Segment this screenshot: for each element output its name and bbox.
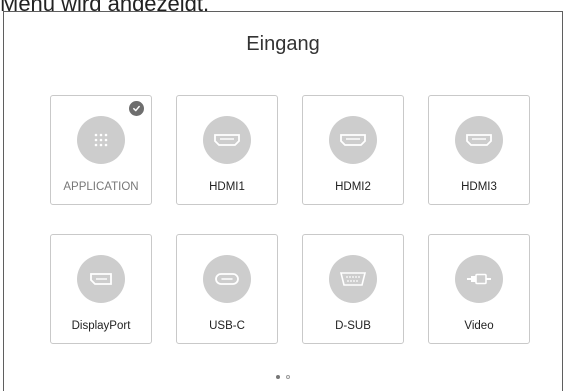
input-tile-hdmi2[interactable]: HDMI2 <box>302 95 404 205</box>
hdmi-port-icon <box>203 116 251 164</box>
usb-c-port-icon <box>203 255 251 303</box>
selected-check-icon <box>129 101 144 116</box>
input-tile-label: DisplayPort <box>71 320 131 332</box>
input-tile-hdmi1[interactable]: HDMI1 <box>176 95 278 205</box>
input-tile-label: HDMI2 <box>335 181 371 193</box>
input-tile-d-sub[interactable]: D-SUB <box>302 234 404 344</box>
input-tile-label: APPLICATION <box>63 181 139 193</box>
input-tile-hdmi3[interactable]: HDMI3 <box>428 95 530 205</box>
page-title: Eingang <box>246 33 320 55</box>
input-tile-label: USB-C <box>209 320 245 332</box>
input-tile-label: D-SUB <box>335 320 371 332</box>
input-tile-usb-c[interactable]: USB-C <box>176 234 278 344</box>
displayport-icon <box>77 255 125 303</box>
input-tile-application[interactable]: APPLICATION <box>50 95 152 205</box>
vga-port-icon <box>329 255 377 303</box>
input-tile-label: Video <box>464 320 494 332</box>
av-cable-icon <box>455 255 503 303</box>
input-tile-video[interactable]: Video <box>428 234 530 344</box>
input-tile-displayport[interactable]: DisplayPort <box>50 234 152 344</box>
hdmi-port-icon <box>455 116 503 164</box>
page-indicator <box>4 368 562 386</box>
input-tile-label: HDMI3 <box>461 181 497 193</box>
page-dot-inactive[interactable] <box>286 374 290 379</box>
input-selection-panel: Eingang APPLICATION HDMI1 HDMI2 HDMI3 Di… <box>3 11 563 391</box>
app-grid-icon <box>77 116 125 164</box>
input-tile-label: HDMI1 <box>209 181 245 193</box>
page-dot-active[interactable] <box>276 374 280 379</box>
hdmi-port-icon <box>329 116 377 164</box>
